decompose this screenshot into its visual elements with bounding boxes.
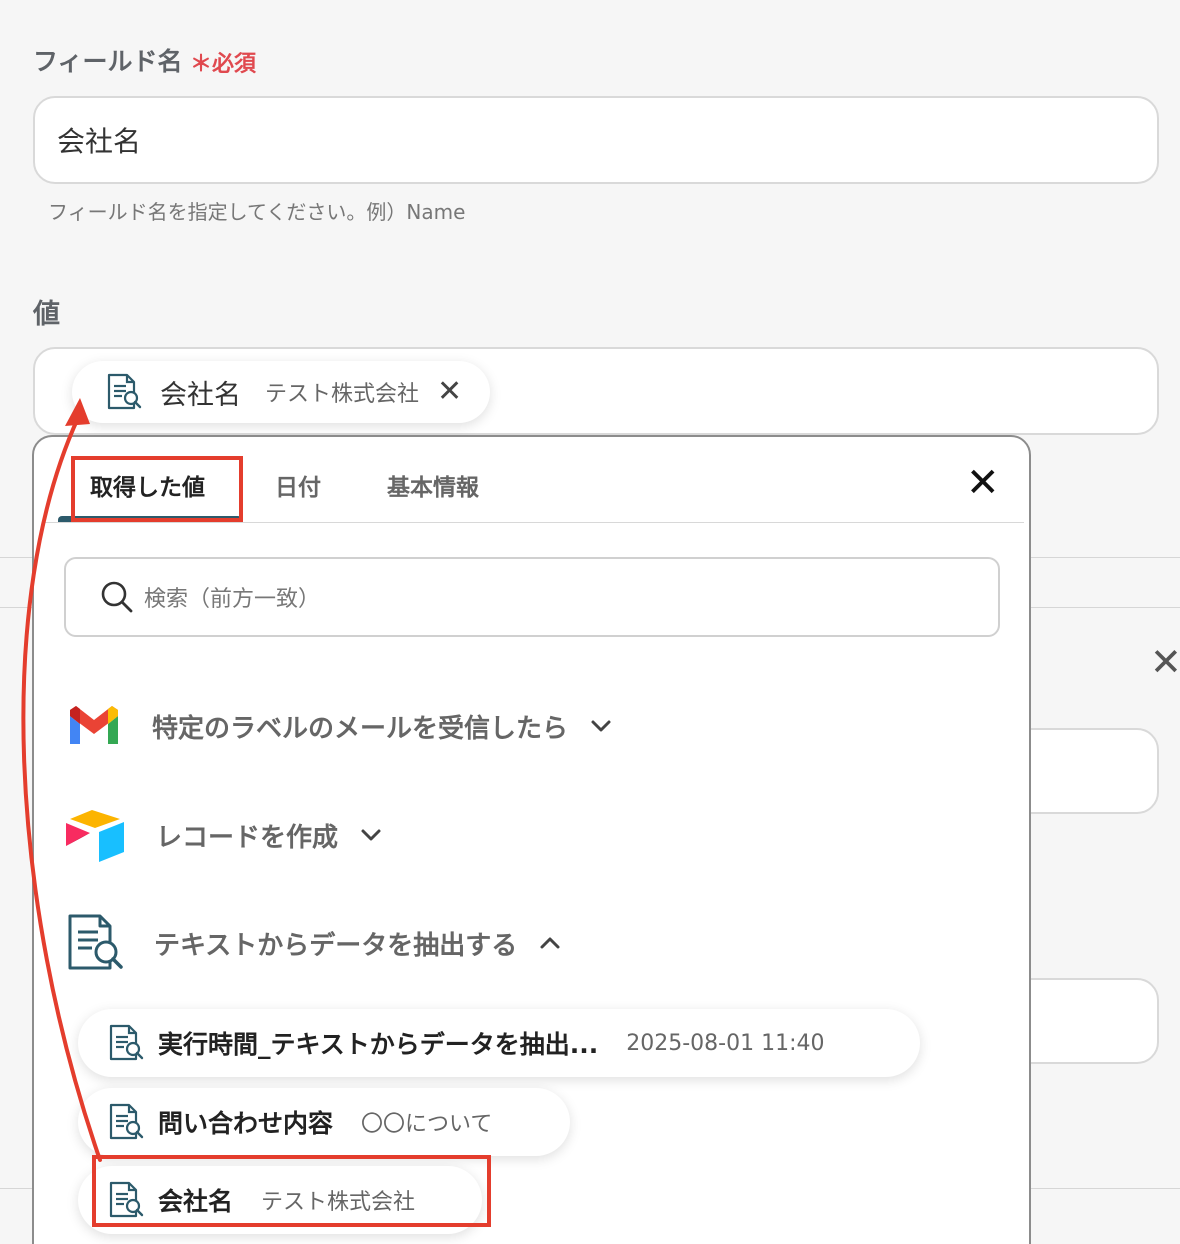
section-title: 特定のラベルのメールを受信したら	[152, 713, 569, 744]
bg-close-icon[interactable]: ✕	[1150, 643, 1180, 681]
tab-basic-info[interactable]: 基本情報	[387, 468, 479, 502]
airtable-icon	[66, 810, 124, 862]
popover-close-button[interactable]: ✕	[966, 463, 1000, 503]
tabs-divider	[42, 522, 1024, 523]
gmail-icon	[70, 706, 118, 744]
text-extract-icon	[109, 1024, 144, 1061]
item-label: 会社名	[158, 1187, 234, 1216]
search-placeholder: 検索（前方一致）	[144, 587, 321, 612]
text-extract-icon	[109, 1181, 144, 1218]
list-item[interactable]: 問い合わせ内容 〇〇について	[78, 1088, 570, 1156]
list-item-company-name[interactable]: 会社名 テスト株式会社	[78, 1166, 482, 1234]
item-value: 2025-08-01 11:40	[626, 1030, 825, 1056]
token-label: 会社名	[160, 379, 241, 411]
required-badge: ＊必須	[190, 46, 256, 78]
tab-date[interactable]: 日付	[275, 468, 321, 502]
required-asterisk: ＊	[190, 52, 213, 77]
item-value: 〇〇について	[361, 1112, 493, 1137]
chevron-down-icon	[591, 720, 611, 732]
item-label: 実行時間_テキストからデータを抽出...	[158, 1030, 599, 1059]
value-token[interactable]: 会社名 テスト株式会社 ✕	[72, 361, 490, 423]
chevron-up-icon	[540, 937, 560, 949]
token-value: テスト株式会社	[265, 382, 420, 407]
item-value: テスト株式会社	[261, 1190, 416, 1215]
tab-acquired-values[interactable]: 取得した値	[90, 468, 205, 502]
list-item[interactable]: 実行時間_テキストからデータを抽出... 2025-08-01 11:40	[78, 1009, 920, 1077]
field-name-label: フィールド名	[33, 47, 183, 76]
section-title: レコードを作成	[156, 822, 339, 853]
field-name-hint: フィールド名を指定してください。例）Name	[48, 200, 466, 224]
text-extract-icon	[68, 914, 123, 970]
value-label: 値	[33, 299, 60, 330]
text-extract-icon	[109, 1103, 144, 1140]
section-gmail-trigger[interactable]: 特定のラベルのメールを受信したら	[66, 704, 612, 748]
text-extract-icon	[107, 373, 142, 410]
search-icon	[101, 581, 133, 613]
field-name-value: 会社名	[57, 125, 142, 158]
required-text: 必須	[212, 52, 257, 77]
token-remove-button[interactable]: ✕	[437, 377, 462, 407]
item-label: 問い合わせ内容	[158, 1109, 334, 1138]
field-name-input[interactable]: 会社名	[33, 96, 1159, 184]
section-title: テキストからデータを抽出する	[154, 930, 518, 961]
search-input[interactable]: 検索（前方一致）	[64, 557, 1000, 637]
section-text-extract[interactable]: テキストからデータを抽出する	[66, 914, 561, 972]
section-airtable-create[interactable]: レコードを作成	[66, 808, 382, 862]
chevron-down-icon	[361, 829, 381, 841]
